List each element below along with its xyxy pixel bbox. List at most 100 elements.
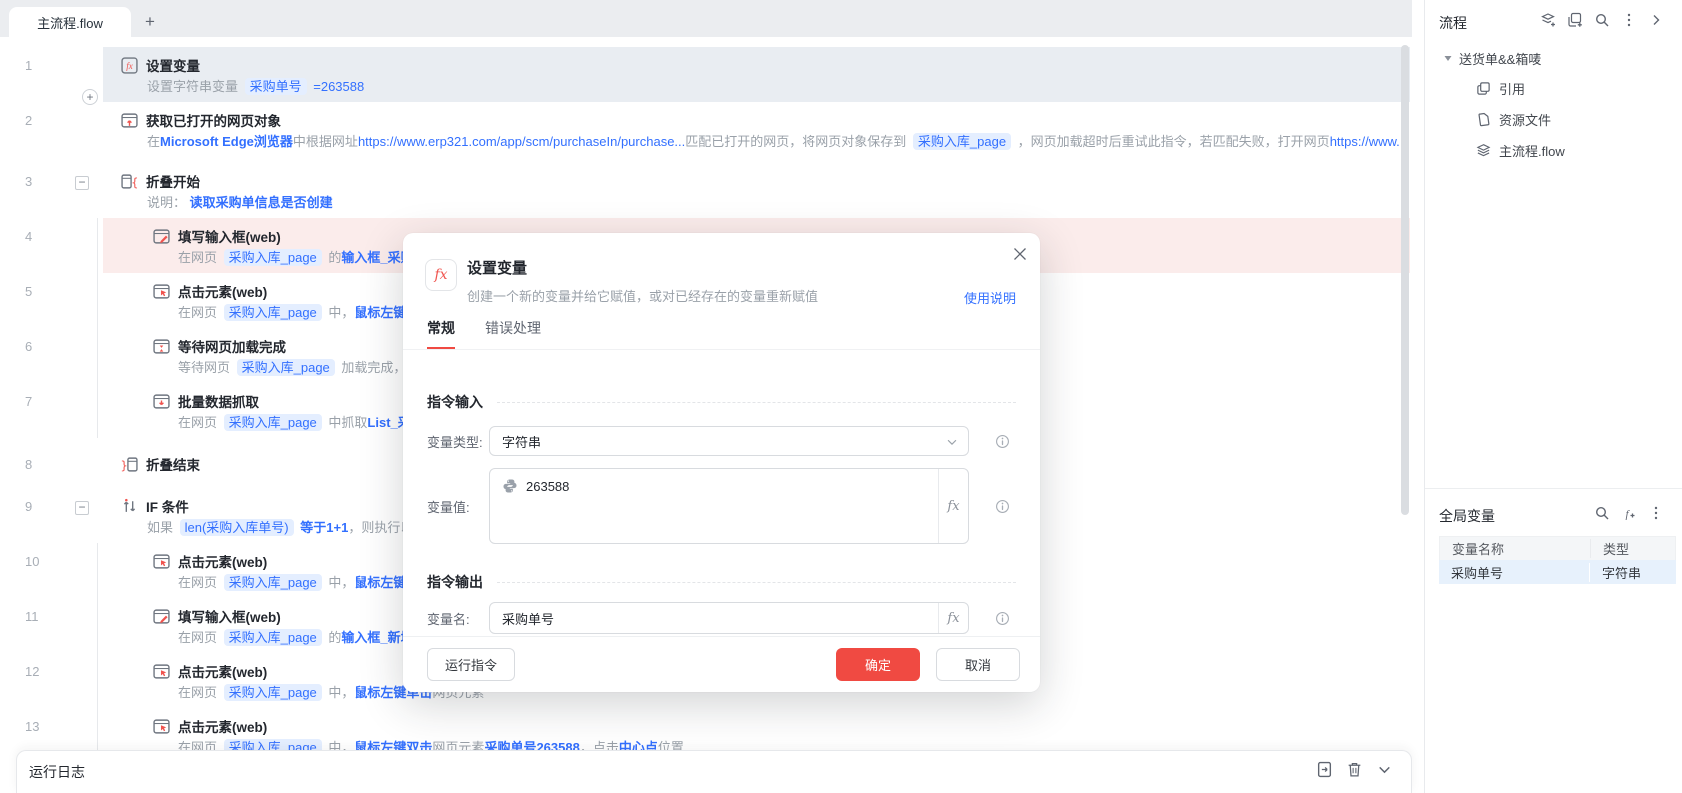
get-webpage-icon [121,112,138,129]
search-icon[interactable] [1594,12,1610,28]
fill-input-icon [153,608,170,625]
more-icon[interactable] [1621,12,1637,28]
set-variable-dialog: fx 设置变量 创建一个新的变量并给它赋值，或对已经存在的变量重新赋值 使用说明… [403,233,1040,692]
python-icon [502,478,518,494]
run-log-bar: 运行日志 [16,750,1412,793]
info-icon[interactable] [995,611,1010,626]
more-icon[interactable] [1648,505,1664,521]
add-flow-icon[interactable] [1540,12,1556,28]
click-element-icon [153,553,170,570]
flow-tree: 送货单&&箱唛 引用资源文件主流程.flow [1425,41,1682,166]
globals-actions: f [1583,505,1664,526]
step-gutter: 13 [0,708,103,750]
close-icon[interactable] [1012,246,1028,262]
collapse-log-icon[interactable] [1376,761,1393,778]
dialog-subtitle: 创建一个新的变量并给它赋值，或对已经存在的变量重新赋值 [467,289,819,304]
step-title: 折叠开始 [146,175,200,190]
collapse-toggle[interactable]: − [75,501,89,515]
run-log-actions [1303,761,1393,783]
rpa-editor-app: 主流程.flow + 1 fx 设置变量 设置字符串变量 采购单号 =263588 2 获… [0,0,1682,793]
flow-step[interactable]: 2 获取已打开的网页对象在Microsoft Edge浏览器中根据网址https:… [0,102,1412,157]
step-title: 填写输入框(web) [178,610,281,625]
variable-name-input[interactable]: 采购单号 fx [489,602,969,634]
step-line-number: 2 [25,113,33,128]
info-icon[interactable] [995,499,1010,514]
step-line-number: 4 [25,229,33,244]
step-title: 点击元素(web) [178,720,268,735]
run-instruction-button[interactable]: 运行指令 [427,648,516,681]
globals-table-row[interactable]: 采购单号 字符串 [1439,560,1676,584]
collapse-toggle[interactable]: − [75,176,89,190]
globals-table-header: 变量名称 类型 [1439,536,1676,560]
fx-expression-button[interactable]: fx [938,603,968,633]
new-tab-button[interactable]: + [145,13,155,30]
add-step-button[interactable]: + [82,89,98,105]
tab-error-handling[interactable]: 错误处理 [485,318,541,349]
step-gutter: 6 [0,328,103,383]
click-element-icon [153,283,170,300]
variable-name-value: 采购单号 [502,611,555,627]
step-line-number: 9 [25,499,33,514]
search-icon[interactable] [1594,505,1610,521]
variable-type-value: 字符串 [502,434,542,450]
flow-step[interactable]: 13 点击元素(web) 在网页 采购入库_page 中，鼠标左键双击网页元素采购单… [0,708,1412,750]
flow-step[interactable]: 1 fx 设置变量 设置字符串变量 采购单号 =263588 [0,47,1412,102]
flow-scrollbar[interactable] [1401,45,1409,515]
svg-text:}: } [121,458,128,472]
flow-file-icon [1476,143,1491,158]
right-sidebar: 流程 送货单&&箱唛 引用 资源文件 主流程.flow 全局变量 f 变量名称 类型… [1424,0,1682,793]
step-description: 在网页 采购入库_page 中，鼠标左键双击网页元素采购单号263588，点击中… [153,739,1400,750]
help-link[interactable]: 使用说明 [964,288,1016,307]
tree-item-label: 引用 [1499,82,1526,97]
globals-table: 变量名称 类型 采购单号 字符串 [1439,536,1676,584]
step-gutter: 10 [0,543,103,598]
set-variable-icon: fx [121,56,138,74]
caret-down-icon [1443,53,1453,63]
flow-tree-root[interactable]: 送货单&&箱唛 [1425,43,1682,73]
fill-input-icon [153,228,170,245]
clear-log-icon[interactable] [1346,761,1363,778]
batch-scrape-icon [153,393,170,410]
cancel-button[interactable]: 取消 [936,648,1020,681]
run-log-title: 运行日志 [29,764,85,780]
section-instruction-input: 指令输入 [427,392,1016,412]
variable-type-select[interactable]: 字符串 [489,426,969,456]
step-title: 设置变量 [146,59,200,74]
fx-expression-button[interactable]: fx [938,469,968,543]
click-element-icon [153,663,170,680]
tab-main-flow[interactable]: 主流程.flow [9,7,131,37]
step-description: 在Microsoft Edge浏览器中根据网址https://www.erp32… [147,133,1400,150]
tree-item-1[interactable]: 资源文件 [1425,104,1682,135]
step-gutter: 8 [0,446,103,480]
step-line-number: 8 [25,457,33,472]
globals-col-type: 类型 [1590,539,1675,558]
variable-name-row: 变量名: 采购单号 fx [427,602,1016,634]
step-gutter: 5 [0,273,103,328]
tree-item-2[interactable]: 主流程.flow [1425,135,1682,166]
flow-panel-header: 流程 [1425,0,1682,41]
step-line-number: 12 [25,664,40,679]
tree-item-label: 资源文件 [1499,113,1552,128]
confirm-button[interactable]: 确定 [836,648,920,681]
svg-text:{: { [131,175,138,189]
step-gutter: 12 [0,653,103,708]
add-reference-icon[interactable] [1567,12,1583,28]
tree-item-0[interactable]: 引用 [1425,73,1682,104]
step-gutter: 4 [0,218,103,273]
collapse-panel-icon[interactable] [1648,12,1664,28]
info-icon[interactable] [995,434,1010,449]
variable-value-input[interactable]: 263588 fx [489,468,969,544]
step-gutter: 2 [0,102,103,157]
step-line-number: 7 [25,394,33,409]
tab-general[interactable]: 常规 [427,318,455,349]
variable-value-label: 变量值: [427,499,470,515]
add-variable-icon[interactable]: f [1621,505,1637,521]
export-log-icon[interactable] [1316,761,1333,778]
step-title: 批量数据抓取 [178,395,259,410]
step-title: 获取已打开的网页对象 [146,114,281,129]
step-description: 说明： 读取采购单信息是否创建 [147,195,333,210]
wait-page-icon [153,338,170,355]
step-gutter: 11 [0,598,103,653]
fold-start-icon: { [121,173,138,190]
flow-step[interactable]: 3−{折叠开始 说明： 读取采购单信息是否创建 [0,163,1412,218]
